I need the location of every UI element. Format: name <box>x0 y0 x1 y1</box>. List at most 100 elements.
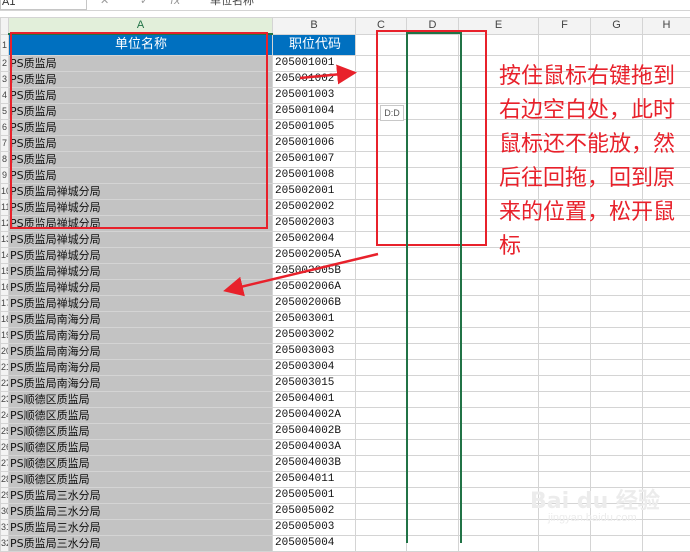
cell[interactable] <box>459 376 539 392</box>
row-header[interactable]: 16 <box>1 280 9 296</box>
row-header[interactable]: 9 <box>1 168 9 184</box>
cell[interactable] <box>591 392 643 408</box>
cell-unit-name[interactable]: PS质监局三水分局 <box>9 488 273 504</box>
cell[interactable] <box>643 424 690 440</box>
cell[interactable] <box>643 296 690 312</box>
cell-unit-name[interactable]: PS质监局禅城分局 <box>9 248 273 264</box>
row-header[interactable]: 27 <box>1 456 9 472</box>
row-header[interactable]: 13 <box>1 232 9 248</box>
cell[interactable] <box>539 296 591 312</box>
cell[interactable] <box>459 456 539 472</box>
row-header[interactable]: 32 <box>1 536 9 552</box>
cell[interactable] <box>539 392 591 408</box>
row-header[interactable]: 10 <box>1 184 9 200</box>
cell[interactable] <box>459 344 539 360</box>
row-header[interactable]: 23 <box>1 392 9 408</box>
cell-position-code[interactable]: 205002006A <box>273 280 356 296</box>
cell[interactable] <box>407 280 459 296</box>
cell[interactable] <box>407 296 459 312</box>
cell[interactable] <box>407 440 459 456</box>
cell[interactable] <box>356 312 407 328</box>
cell[interactable] <box>407 504 459 520</box>
cell[interactable] <box>643 376 690 392</box>
cell-unit-name[interactable]: PS质监局三水分局 <box>9 520 273 536</box>
cell[interactable] <box>539 360 591 376</box>
cell[interactable] <box>407 536 459 552</box>
cell[interactable] <box>539 34 591 56</box>
cell[interactable] <box>407 456 459 472</box>
row-header[interactable]: 6 <box>1 120 9 136</box>
cell[interactable] <box>459 504 539 520</box>
cell-position-code[interactable]: 205004003B <box>273 456 356 472</box>
row-header[interactable]: 30 <box>1 504 9 520</box>
cell-position-code[interactable]: 205002005B <box>273 264 356 280</box>
cell[interactable] <box>591 34 643 56</box>
cell[interactable] <box>407 328 459 344</box>
cancel-icon[interactable]: ✕ <box>100 0 109 8</box>
cell[interactable] <box>356 120 407 136</box>
cell[interactable] <box>459 264 539 280</box>
cell[interactable] <box>591 280 643 296</box>
cell-unit-name[interactable]: PS质监局南海分局 <box>9 376 273 392</box>
cell-unit-name[interactable]: PS质监局 <box>9 56 273 72</box>
cell-position-code[interactable]: 205004002A <box>273 408 356 424</box>
row-header[interactable]: 12 <box>1 216 9 232</box>
cell-unit-name[interactable]: PS顺德区质监局 <box>9 440 273 456</box>
cell[interactable] <box>643 280 690 296</box>
cell-unit-name[interactable]: PS质监局禅城分局 <box>9 296 273 312</box>
cell-position-code[interactable]: 205005004 <box>273 536 356 552</box>
cell-position-code[interactable]: 205002005A <box>273 248 356 264</box>
cell[interactable] <box>591 264 643 280</box>
cell[interactable] <box>407 424 459 440</box>
cell[interactable] <box>407 520 459 536</box>
column-header-h[interactable]: H <box>643 18 690 35</box>
cell[interactable] <box>356 440 407 456</box>
cell[interactable] <box>459 360 539 376</box>
cell[interactable] <box>407 72 459 88</box>
cell[interactable] <box>643 536 690 552</box>
row-header[interactable]: 18 <box>1 312 9 328</box>
cell-position-code[interactable]: 205004001 <box>273 392 356 408</box>
cell[interactable] <box>539 264 591 280</box>
cell-position-code[interactable]: 205002003 <box>273 216 356 232</box>
cell-position-code[interactable]: 205001003 <box>273 88 356 104</box>
name-box[interactable]: A1 <box>0 0 87 10</box>
cell[interactable] <box>459 34 539 56</box>
cell-unit-name[interactable]: PS质监局南海分局 <box>9 328 273 344</box>
cell[interactable] <box>356 152 407 168</box>
cell-unit-name[interactable]: PS顺德区质监局 <box>9 472 273 488</box>
cell[interactable] <box>539 312 591 328</box>
cell-unit-name[interactable]: PS质监局禅城分局 <box>9 232 273 248</box>
cell-position-code[interactable]: 205002006B <box>273 296 356 312</box>
cell[interactable] <box>407 120 459 136</box>
cell[interactable] <box>407 88 459 104</box>
row-header[interactable]: 5 <box>1 104 9 120</box>
cell-position-code[interactable]: 205001008 <box>273 168 356 184</box>
row-header[interactable]: 25 <box>1 424 9 440</box>
cell[interactable] <box>459 472 539 488</box>
cell[interactable] <box>539 376 591 392</box>
cell[interactable] <box>407 360 459 376</box>
cell[interactable] <box>591 312 643 328</box>
row-header[interactable]: 29 <box>1 488 9 504</box>
cell[interactable] <box>643 344 690 360</box>
cell[interactable] <box>356 168 407 184</box>
cell-unit-name[interactable]: PS质监局 <box>9 72 273 88</box>
row-header[interactable]: 3 <box>1 72 9 88</box>
cell-unit-name[interactable]: PS质监局 <box>9 136 273 152</box>
column-header-a[interactable]: A <box>9 18 273 35</box>
cell[interactable] <box>459 312 539 328</box>
cell[interactable] <box>643 520 690 536</box>
cell[interactable] <box>356 264 407 280</box>
cell-position-code[interactable]: 205003002 <box>273 328 356 344</box>
cell[interactable] <box>407 408 459 424</box>
cell[interactable] <box>643 312 690 328</box>
cell[interactable] <box>356 232 407 248</box>
cell-position-code[interactable]: 205005003 <box>273 520 356 536</box>
cell[interactable] <box>407 56 459 72</box>
column-header-g[interactable]: G <box>591 18 643 35</box>
row-header[interactable]: 31 <box>1 520 9 536</box>
row-header[interactable]: 14 <box>1 248 9 264</box>
cell[interactable] <box>539 408 591 424</box>
row-header[interactable]: 7 <box>1 136 9 152</box>
